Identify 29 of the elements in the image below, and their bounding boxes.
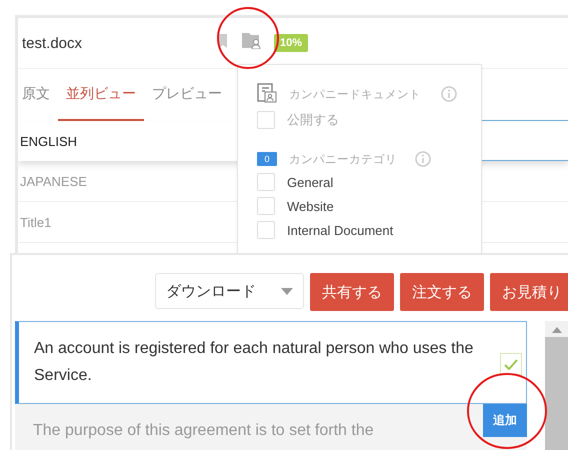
view-tab[interactable]: 原文 (18, 69, 58, 121)
checkbox-label: General (287, 174, 334, 190)
category-count-badge: 0 (257, 152, 277, 166)
view-tab[interactable]: 並列ビュー (58, 69, 144, 121)
view-tab[interactable]: プレビュー (144, 69, 230, 121)
scroll-up-icon[interactable] (552, 327, 562, 333)
checkmark-icon[interactable] (500, 353, 522, 375)
action-button[interactable]: 共有する (310, 273, 394, 311)
action-button[interactable]: 注文する (400, 273, 484, 311)
info-icon[interactable] (441, 86, 457, 102)
document-icon (257, 82, 277, 106)
checkbox[interactable] (257, 111, 275, 129)
file-name: test.docx (22, 34, 84, 52)
segment-text[interactable]: An account is registered for each natural person who uses the Service. (15, 321, 527, 404)
checkbox-label: Internal Document (287, 222, 394, 238)
add-button[interactable]: 追加 (483, 404, 527, 437)
highlight-circle (217, 7, 279, 69)
scrollbar[interactable] (545, 321, 568, 450)
action-button[interactable]: お見積り (490, 273, 568, 311)
checkbox[interactable] (257, 197, 275, 215)
checkbox[interactable] (257, 173, 275, 191)
progress-badge: 10% (274, 34, 308, 52)
checkbox-label: 公開する (287, 111, 339, 129)
caret-icon (281, 288, 293, 294)
checkbox[interactable] (257, 221, 275, 239)
section-heading: カンパニーカテゴリ (289, 152, 397, 166)
info-icon[interactable] (415, 151, 431, 167)
download-select[interactable]: ダウンロード (155, 273, 304, 309)
section-heading: カンパニードキュメント (289, 88, 421, 102)
